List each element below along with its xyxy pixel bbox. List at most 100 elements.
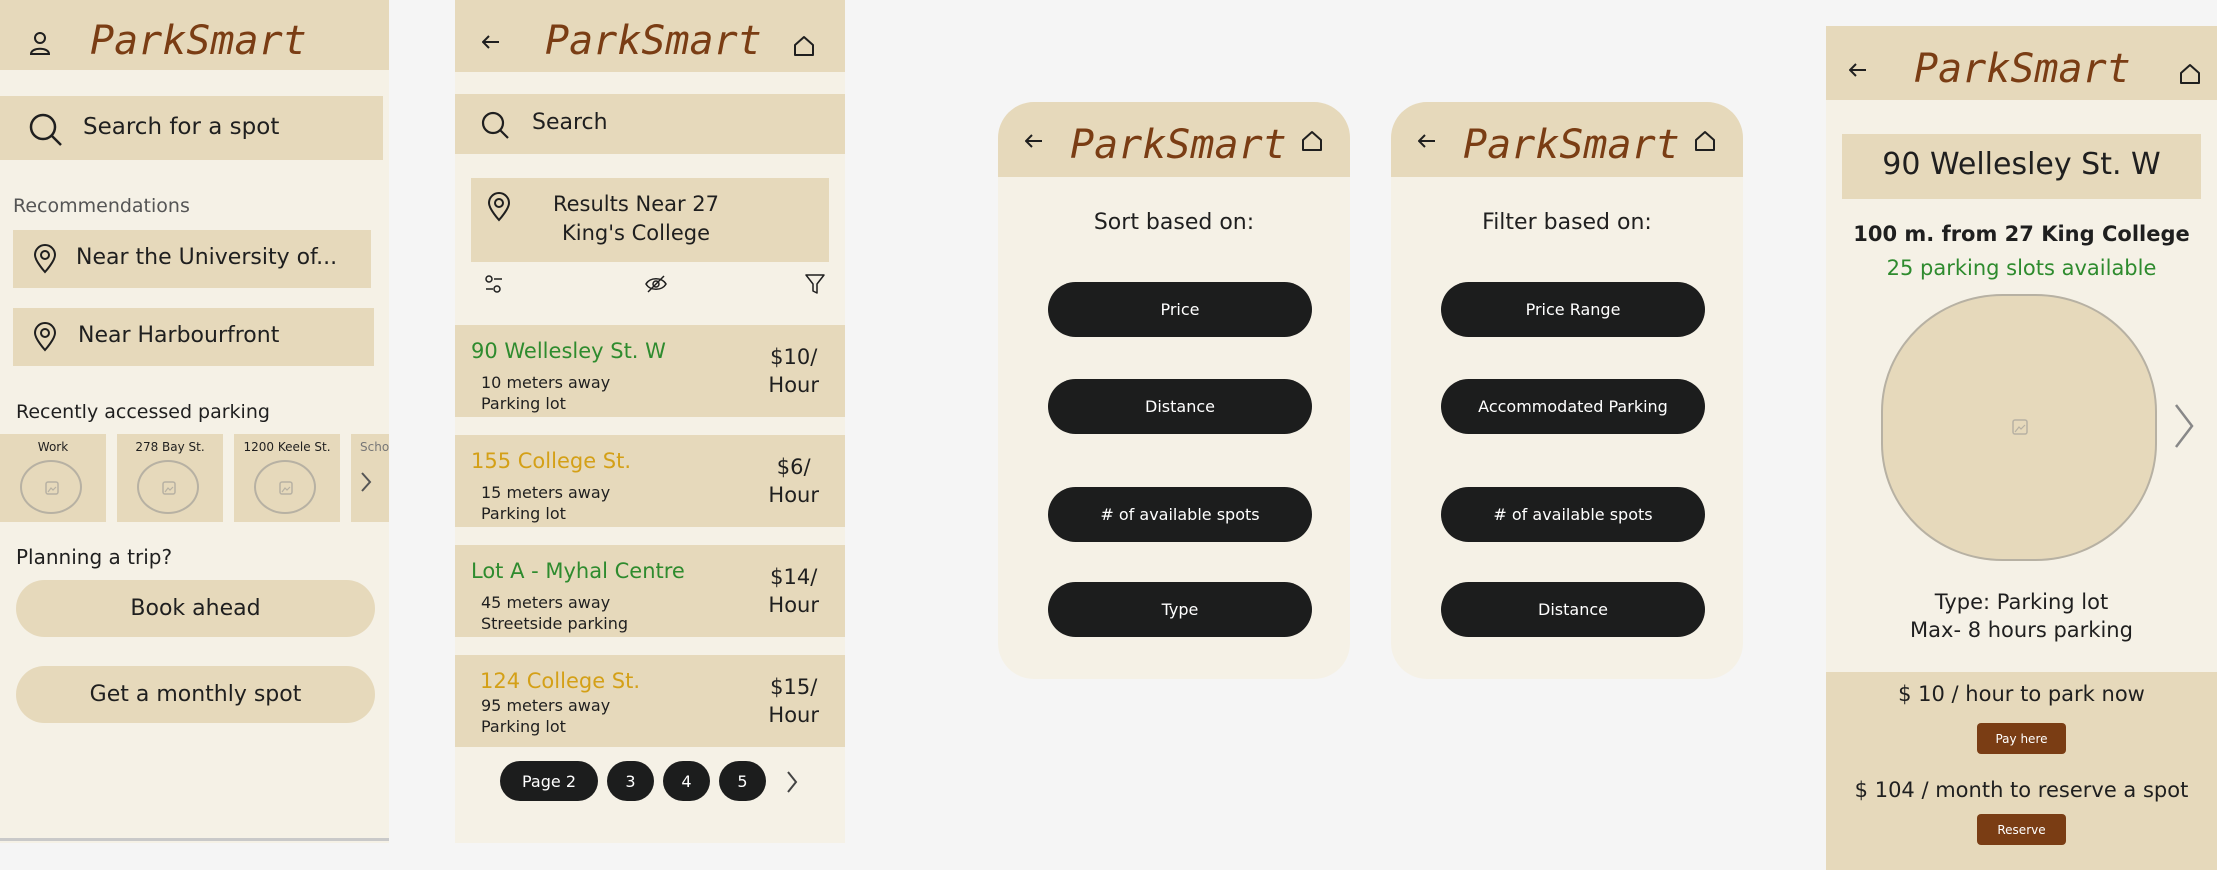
detail-address-box: 90 Wellesley St. W xyxy=(1842,134,2201,199)
location-pin-icon xyxy=(487,192,511,226)
book-ahead-button[interactable]: Book ahead xyxy=(16,580,375,637)
hourly-price: $ 10 / hour to park now xyxy=(1898,682,2145,706)
back-arrow-icon[interactable] xyxy=(1417,133,1436,152)
home-icon[interactable] xyxy=(1694,130,1716,156)
recommendation-harbourfront[interactable]: Near Harbourfront xyxy=(13,308,374,366)
result-type: Parking lot xyxy=(481,394,566,413)
filter-accommodated-parking-button[interactable]: Accommodated Parking xyxy=(1441,379,1705,434)
result-name: Lot A - Myhal Centre xyxy=(471,559,685,583)
app-logo: ParkSmart xyxy=(1463,122,1680,168)
chevron-right-icon[interactable] xyxy=(360,471,372,497)
person-icon[interactable] xyxy=(28,30,52,60)
result-type: Parking lot xyxy=(481,504,566,523)
home-icon[interactable] xyxy=(1301,130,1323,156)
monthly-spot-button[interactable]: Get a monthly spot xyxy=(16,666,375,723)
price-unit: Hour xyxy=(768,373,819,397)
app-logo: ParkSmart xyxy=(1070,122,1287,168)
chevron-right-icon[interactable] xyxy=(786,770,798,798)
price-amount: $15/ xyxy=(770,675,818,699)
recommendation-label: Near Harbourfront xyxy=(78,323,280,348)
price-amount: $14/ xyxy=(770,565,818,589)
filter-header: ParkSmart xyxy=(1391,102,1743,177)
filter-icon[interactable] xyxy=(804,273,826,299)
recent-parking-card[interactable]: 278 Bay St. xyxy=(117,434,223,522)
filter-heading: Filter based on: xyxy=(1482,210,1652,235)
back-arrow-icon[interactable] xyxy=(481,34,500,53)
eye-off-icon[interactable] xyxy=(644,274,668,298)
sort-header: ParkSmart xyxy=(998,102,1350,177)
price-unit: Hour xyxy=(768,593,819,617)
filter-price-range-button[interactable]: Price Range xyxy=(1441,282,1705,337)
result-type: Parking lot xyxy=(481,717,566,736)
home-icon[interactable] xyxy=(2179,63,2201,89)
sort-heading: Sort based on: xyxy=(1093,210,1255,235)
result-type: Streetside parking xyxy=(481,614,629,633)
result-distance: 45 meters away xyxy=(481,593,611,612)
monthly-price: $ 104 / month to reserve a spot xyxy=(1854,778,2189,802)
recent-parking-card[interactable]: 1200 Keele St. xyxy=(234,434,340,522)
chevron-right-icon[interactable] xyxy=(2173,402,2195,454)
price-amount: $10/ xyxy=(770,345,818,369)
location-pin-icon xyxy=(33,322,57,356)
search-placeholder: Search xyxy=(532,110,608,135)
page-button[interactable]: 3 xyxy=(607,761,654,801)
recent-parking-label: Scho xyxy=(360,440,389,454)
detail-header: ParkSmart xyxy=(1826,26,2217,100)
filter-screen: ParkSmart Filter based on: Price Range A… xyxy=(1391,102,1743,679)
image-placeholder-icon xyxy=(45,480,59,499)
back-arrow-icon[interactable] xyxy=(1848,62,1867,81)
sort-available-spots-button[interactable]: # of available spots xyxy=(1048,487,1312,542)
result-item[interactable]: 155 College St. 15 meters away Parking l… xyxy=(455,435,845,527)
result-price: $14/Hour xyxy=(768,563,819,619)
search-bar[interactable]: Search xyxy=(455,94,845,154)
result-distance: 10 meters away xyxy=(481,373,611,392)
sliders-icon[interactable] xyxy=(484,274,504,298)
back-arrow-icon[interactable] xyxy=(1024,133,1043,152)
search-bar[interactable]: Search for a spot xyxy=(0,96,383,160)
detail-distance: 100 m. from 27 King College xyxy=(1853,222,2190,246)
result-item[interactable]: 90 Wellesley St. W 10 meters away Parkin… xyxy=(455,325,845,417)
recent-parking-card[interactable]: Scho xyxy=(351,434,389,522)
recent-parking-heading: Recently accessed parking xyxy=(16,401,270,423)
home-header: ParkSmart xyxy=(0,0,389,70)
page-button[interactable]: 5 xyxy=(719,761,766,801)
search-placeholder: Search for a spot xyxy=(83,114,280,140)
recent-parking-label: 278 Bay St. xyxy=(135,440,205,454)
filter-distance-button[interactable]: Distance xyxy=(1441,582,1705,637)
sort-type-button[interactable]: Type xyxy=(1048,582,1312,637)
page-button[interactable]: 4 xyxy=(663,761,710,801)
results-header: ParkSmart xyxy=(455,0,845,72)
result-item[interactable]: 124 College St. 95 meters away Parking l… xyxy=(455,655,845,747)
page-current-button[interactable]: Page 2 xyxy=(500,761,598,801)
app-logo: ParkSmart xyxy=(545,18,762,64)
detail-address: 90 Wellesley St. W xyxy=(1882,147,2161,182)
image-placeholder-icon xyxy=(2012,419,2028,439)
results-location-banner[interactable]: Results Near 27 King's College xyxy=(471,178,829,262)
pay-here-button[interactable]: Pay here xyxy=(1977,723,2066,754)
filter-available-spots-button[interactable]: # of available spots xyxy=(1441,487,1705,542)
detail-type: Type: Parking lot xyxy=(1934,590,2109,614)
recommendation-university[interactable]: Near the University of... xyxy=(13,230,371,288)
image-placeholder-icon xyxy=(162,480,176,499)
results-near-label: Results Near 27 King's College xyxy=(552,192,720,245)
home-icon[interactable] xyxy=(793,35,815,61)
search-icon xyxy=(28,112,64,152)
recent-parking-card[interactable]: Work xyxy=(0,434,106,522)
result-price: $6/Hour xyxy=(768,453,819,509)
planning-heading: Planning a trip? xyxy=(16,545,173,569)
result-item[interactable]: Lot A - Myhal Centre 45 meters away Stre… xyxy=(455,545,845,637)
app-logo: ParkSmart xyxy=(1914,46,2131,92)
sort-price-button[interactable]: Price xyxy=(1048,282,1312,337)
image-placeholder-icon xyxy=(279,480,293,499)
price-unit: Hour xyxy=(768,483,819,507)
sort-screen: ParkSmart Sort based on: Price Distance … xyxy=(998,102,1350,679)
result-name: 155 College St. xyxy=(471,449,632,473)
detail-availability: 25 parking slots available xyxy=(1886,256,2157,280)
detail-pricing-panel: $ 10 / hour to park now Pay here $ 104 /… xyxy=(1826,672,2217,870)
price-amount: $6/ xyxy=(776,455,811,479)
app-logo: ParkSmart xyxy=(90,18,307,64)
sort-distance-button[interactable]: Distance xyxy=(1048,379,1312,434)
reserve-button[interactable]: Reserve xyxy=(1977,814,2066,845)
result-distance: 15 meters away xyxy=(481,483,611,502)
result-name: 90 Wellesley St. W xyxy=(471,339,666,363)
